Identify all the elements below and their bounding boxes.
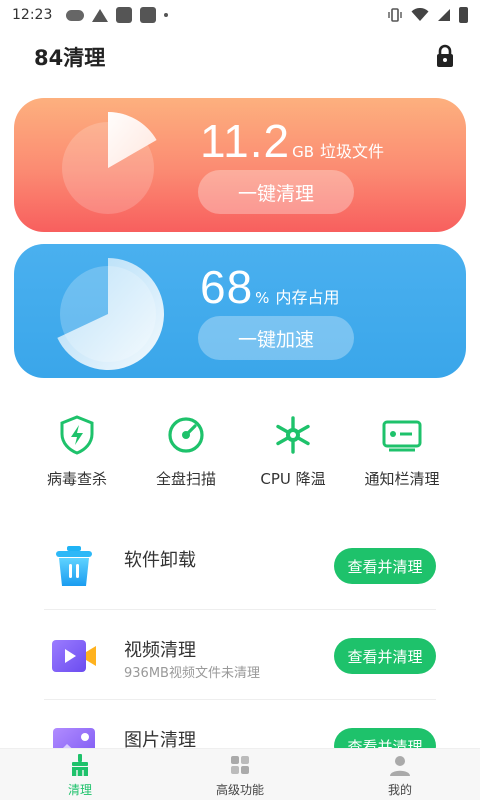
nav-label: 我的 xyxy=(387,783,412,797)
item-subtitle: 936MB视频文件未清理 xyxy=(124,666,260,681)
tool-notification-clean[interactable]: 通知栏清理 xyxy=(347,414,457,489)
memory-percent-value: 68 xyxy=(200,261,254,313)
tool-label: CPU 降温 xyxy=(260,470,326,488)
lock-icon[interactable] xyxy=(434,44,456,68)
junk-pie-chart xyxy=(62,112,157,214)
scan-gauge-icon xyxy=(168,417,204,453)
vibrate-icon xyxy=(388,8,402,22)
one-click-boost-button[interactable]: 一键加速 xyxy=(198,316,354,360)
app-title: 84清理 xyxy=(34,46,106,70)
memory-percent-label: 内存占用 xyxy=(275,288,340,307)
tool-label: 病毒查杀 xyxy=(46,470,107,488)
more-notifications-icon xyxy=(164,13,169,17)
shield-bolt-icon xyxy=(60,415,94,455)
status-bar: 12:23 xyxy=(0,0,480,30)
video-icon xyxy=(52,640,96,672)
wifi-icon xyxy=(411,8,429,21)
view-and-clean-button[interactable]: 查看并清理 xyxy=(334,548,436,584)
nav-tab-mine[interactable]: 我的 xyxy=(340,753,460,798)
tool-full-scan[interactable]: 全盘扫描 xyxy=(131,414,241,489)
nav-label: 清理 xyxy=(67,783,92,797)
one-click-clean-button[interactable]: 一键清理 xyxy=(198,170,354,214)
app-notification-icon xyxy=(140,7,157,23)
quick-tools: 病毒查杀 全盘扫描 CPU 降温 通知栏清理 xyxy=(0,414,480,494)
broom-icon xyxy=(72,754,88,776)
junk-size-unit: GB xyxy=(292,143,315,161)
tool-label: 全盘扫描 xyxy=(155,470,216,488)
nav-tab-advanced[interactable]: 高级功能 xyxy=(180,753,300,798)
app-screen: 12:23 84清理 11.2 GB 垃圾文件 一键清理 68 % 内存占用 一… xyxy=(0,0,480,800)
status-time: 12:23 xyxy=(12,7,53,23)
junk-size-value: 11.2 xyxy=(200,115,291,167)
junk-files-card: 11.2 GB 垃圾文件 一键清理 xyxy=(14,98,466,232)
notification-icon xyxy=(92,8,109,22)
view-and-clean-button[interactable]: 查看并清理 xyxy=(334,638,436,674)
tool-label: 通知栏清理 xyxy=(364,470,440,488)
tool-virus-scan[interactable]: 病毒查杀 xyxy=(22,414,132,489)
list-item-video-clean[interactable]: 视频清理 936MB视频文件未清理 查看并清理 xyxy=(44,610,436,700)
junk-size-label: 垃圾文件 xyxy=(320,142,385,161)
bottom-nav: 清理 高级功能 我的 xyxy=(0,748,480,800)
item-title: 视频清理 xyxy=(124,640,196,661)
app-bar: 84清理 xyxy=(0,30,480,82)
item-title: 软件卸载 xyxy=(124,550,196,571)
grid-icon xyxy=(231,756,249,774)
memory-pie-chart xyxy=(57,258,164,370)
trash-bin-icon xyxy=(56,546,92,586)
list-item-app-uninstall[interactable]: 软件卸载 查看并清理 xyxy=(44,520,436,610)
tool-cpu-cooling[interactable]: CPU 降温 xyxy=(238,414,348,489)
notification-card-icon xyxy=(382,420,422,452)
app-notification-icon xyxy=(116,7,133,23)
nav-label: 高级功能 xyxy=(215,783,264,797)
signal-icon xyxy=(438,9,450,21)
cloud-icon xyxy=(66,9,85,21)
nav-tab-clean[interactable]: 清理 xyxy=(20,753,140,798)
user-icon xyxy=(390,756,410,776)
snowflake-icon xyxy=(276,416,310,454)
battery-icon xyxy=(459,7,468,23)
memory-percent-unit: % xyxy=(255,289,270,307)
memory-usage-card: 68 % 内存占用 一键加速 xyxy=(14,244,466,378)
